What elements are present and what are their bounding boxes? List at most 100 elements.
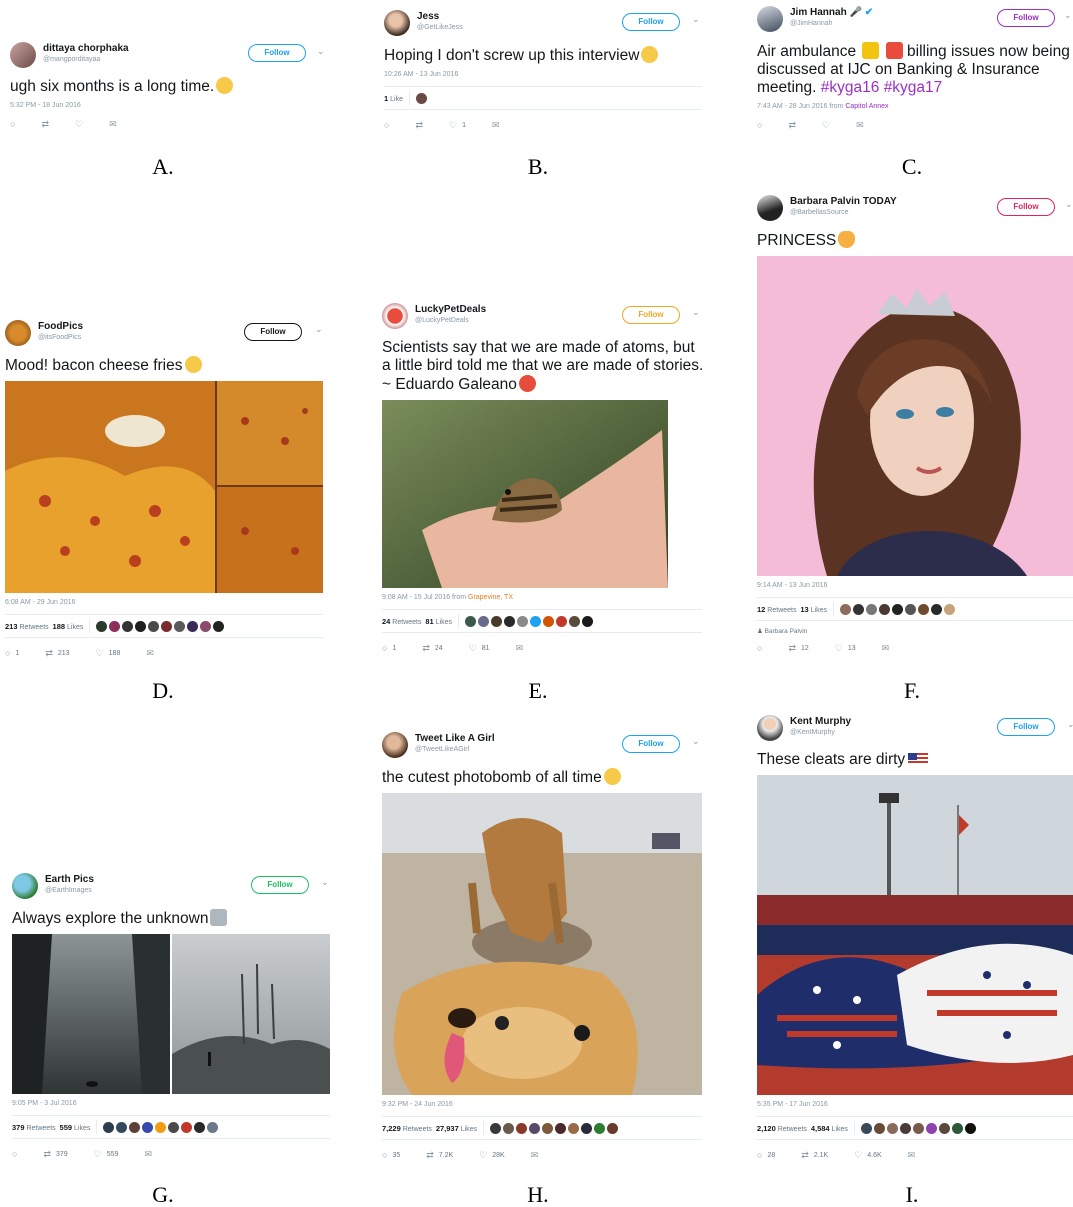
liker-avatar[interactable]	[938, 1122, 950, 1134]
liker-avatar[interactable]	[529, 1122, 541, 1134]
hashtag-link[interactable]: #kyga17	[884, 79, 943, 96]
liker-avatar[interactable]	[853, 603, 865, 615]
avatar[interactable]	[382, 303, 408, 329]
liker-avatar[interactable]	[517, 615, 529, 627]
chevron-down-icon[interactable]: ⌄	[692, 308, 700, 317]
user-handle[interactable]: @EarthImages	[45, 887, 92, 894]
liker-avatar[interactable]	[168, 1121, 180, 1133]
liker-avatar[interactable]	[161, 620, 173, 632]
likes-stat[interactable]: 1 Like	[384, 94, 403, 103]
user-handle[interactable]: @KentMurphy	[790, 729, 835, 736]
dm-button[interactable]: ✉	[856, 120, 864, 131]
liker-avatar[interactable]	[116, 1121, 128, 1133]
tweet-photo[interactable]	[757, 775, 1073, 1095]
reply-button[interactable]: ○ 1	[382, 643, 396, 653]
follow-button[interactable]: Follow	[997, 9, 1055, 27]
liker-avatar[interactable]	[840, 603, 852, 615]
reply-button[interactable]: ○	[757, 643, 762, 653]
display-name[interactable]: Tweet Like A Girl	[415, 733, 495, 744]
liker-avatar[interactable]	[155, 1121, 167, 1133]
follow-button[interactable]: Follow	[997, 198, 1055, 216]
liker-avatar[interactable]	[490, 1122, 502, 1134]
like-button[interactable]: ♡ 559	[94, 1149, 119, 1160]
liker-avatar[interactable]	[109, 620, 121, 632]
avatar[interactable]	[382, 732, 408, 758]
avatar[interactable]	[757, 6, 783, 32]
tweet-photo[interactable]	[5, 381, 323, 593]
follow-button[interactable]: Follow	[622, 735, 680, 753]
chevron-down-icon[interactable]: ⌄	[321, 878, 329, 887]
likes-stat[interactable]: 4,584 Likes	[811, 1124, 848, 1133]
timestamp[interactable]: 9:08 AM - 15 Jul 2016 from Grapevine, TX	[382, 594, 704, 601]
retweet-button[interactable]: ⇄ 213	[45, 648, 69, 659]
follow-button[interactable]: Follow	[622, 306, 680, 324]
liker-avatar[interactable]	[607, 1122, 619, 1134]
follow-button[interactable]: Follow	[622, 13, 680, 31]
timestamp[interactable]: 9:32 PM - 24 Jun 2016	[382, 1101, 704, 1108]
liked-by-name[interactable]: Barbara Palvin	[765, 628, 808, 635]
liker-avatar[interactable]	[905, 603, 917, 615]
dm-button[interactable]: ✉	[146, 648, 154, 659]
avatar[interactable]	[10, 42, 36, 68]
timestamp[interactable]: 7:43 AM - 28 Jun 2016 from Capitol Annex	[757, 103, 1073, 110]
dm-button[interactable]: ✉	[531, 1150, 539, 1161]
like-button[interactable]: ♡	[822, 120, 830, 131]
like-button[interactable]: ♡ 1	[449, 120, 466, 131]
user-handle[interactable]: @TweetLikeAGirl	[415, 746, 469, 753]
display-name[interactable]: dittaya chorphaka	[43, 43, 129, 54]
user-handle[interactable]: @mangporditayaa	[43, 56, 100, 63]
user-handle[interactable]: @GetLikeJess	[417, 24, 463, 31]
dm-button[interactable]: ✉	[144, 1149, 152, 1160]
retweet-button[interactable]: ⇄	[415, 120, 423, 131]
reply-button[interactable]: ○	[12, 1149, 17, 1159]
liker-avatar[interactable]	[465, 615, 477, 627]
tweet-photo[interactable]	[12, 934, 330, 1094]
retweets-stat[interactable]: 24 Retweets	[382, 617, 421, 626]
liker-avatar[interactable]	[478, 615, 490, 627]
dm-button[interactable]: ✉	[882, 643, 890, 654]
dm-button[interactable]: ✉	[516, 643, 524, 654]
liker-avatar[interactable]	[194, 1121, 206, 1133]
liker-avatar[interactable]	[129, 1121, 141, 1133]
likes-stat[interactable]: 13 Likes	[800, 605, 827, 614]
user-handle[interactable]: @JimHannah	[790, 20, 833, 27]
chevron-down-icon[interactable]: ⌄	[315, 325, 323, 334]
avatar[interactable]	[5, 320, 31, 346]
liker-avatar[interactable]	[594, 1122, 606, 1134]
retweet-button[interactable]: ⇄ 12	[788, 643, 808, 654]
chevron-down-icon[interactable]: ⌄	[692, 15, 700, 24]
timestamp[interactable]: 6:08 AM - 29 Jun 2016	[5, 599, 325, 606]
liker-avatar[interactable]	[912, 1122, 924, 1134]
like-button[interactable]: ♡ 28K	[479, 1150, 505, 1161]
retweet-button[interactable]: ⇄	[41, 119, 49, 130]
retweets-stat[interactable]: 379 Retweets	[12, 1123, 56, 1132]
liker-avatar[interactable]	[200, 620, 212, 632]
like-button[interactable]: ♡ 13	[835, 643, 856, 654]
likes-stat[interactable]: 559 Likes	[60, 1123, 91, 1132]
liker-avatar[interactable]	[135, 620, 147, 632]
liker-avatar[interactable]	[174, 620, 186, 632]
chevron-down-icon[interactable]: ⌄	[1065, 200, 1073, 209]
timestamp[interactable]: 5:32 PM - 18 Jun 2016	[10, 102, 330, 109]
chevron-down-icon[interactable]: ⌄	[692, 737, 700, 746]
liker-avatar[interactable]	[866, 603, 878, 615]
dm-button[interactable]: ✉	[908, 1150, 916, 1161]
location-link[interactable]: Grapevine, TX	[468, 594, 513, 601]
liker-avatar[interactable]	[964, 1122, 976, 1134]
liker-avatar[interactable]	[491, 615, 503, 627]
timestamp[interactable]: 10:26 AM - 13 Jun 2016	[384, 71, 704, 78]
liker-avatar[interactable]	[555, 1122, 567, 1134]
avatar[interactable]	[757, 195, 783, 221]
retweet-button[interactable]: ⇄ 379	[43, 1149, 67, 1160]
reply-button[interactable]: ○ 1	[5, 648, 19, 658]
hashtag-link[interactable]: #kyga16	[821, 79, 880, 96]
liker-avatar[interactable]	[899, 1122, 911, 1134]
liker-avatar[interactable]	[944, 603, 956, 615]
display-name[interactable]: Barbara Palvin TODAY	[790, 196, 897, 207]
liker-avatar[interactable]	[569, 615, 581, 627]
display-name[interactable]: Kent Murphy	[790, 716, 851, 727]
likes-stat[interactable]: 27,937 Likes	[436, 1124, 477, 1133]
display-name[interactable]: Jim Hannah 🎤 ✔	[790, 7, 873, 18]
liker-avatar[interactable]	[187, 620, 199, 632]
follow-button[interactable]: Follow	[244, 323, 302, 341]
